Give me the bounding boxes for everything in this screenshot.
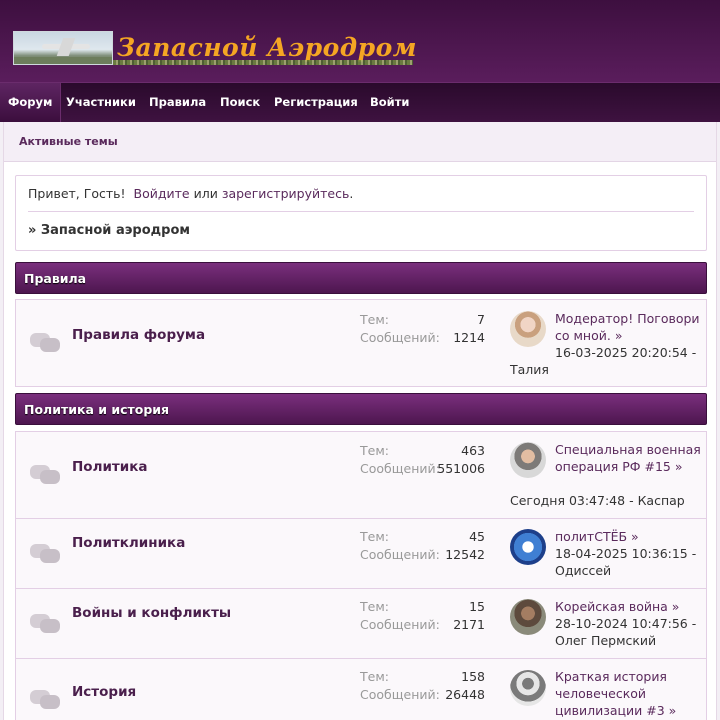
topics-count: 463: [461, 443, 485, 458]
greeting-box: Привет, Гость! Войдите или зарегистрируй…: [15, 175, 707, 251]
category-title: Политика и история: [24, 402, 170, 417]
last-post-date-line: 16-03-2025 20:20:54 -: [555, 345, 697, 360]
site-logo-image[interactable]: [13, 31, 113, 65]
last-post: Специальная военная операция РФ #15 »: [555, 441, 705, 475]
topics-label: Тем:: [360, 599, 389, 614]
posts-count: 2171: [453, 617, 485, 632]
last-post-author[interactable]: Олег Пермский: [555, 633, 656, 648]
board-title[interactable]: Политклиника: [72, 535, 185, 551]
greeting-text: Привет, Гость!: [28, 186, 126, 201]
login-link[interactable]: Войдите: [134, 186, 190, 201]
double-arrow-right-icon[interactable]: »: [665, 703, 677, 718]
last-topic-link[interactable]: политСТЁБ: [555, 529, 627, 544]
avatar[interactable]: [510, 599, 546, 635]
last-post: политСТЁБ » 18-04-2025 10:36:15 - Одиссе…: [555, 529, 697, 578]
avatar[interactable]: [510, 529, 546, 565]
chat-bubbles-icon: [30, 330, 62, 352]
board-row: История Тем: 158 Сообщений: 26448 Кратка…: [15, 659, 707, 720]
topics-count: 7: [477, 312, 485, 327]
nav-rules[interactable]: Правила: [141, 83, 214, 122]
active-topics-link[interactable]: Активные темы: [19, 135, 118, 148]
last-post-date: 16-03-2025 20:20:54: [555, 345, 688, 360]
posts-label: Сообщений:: [360, 617, 440, 632]
last-post-author[interactable]: Каспар: [638, 493, 685, 508]
topics-label: Тем:: [360, 669, 389, 684]
breadcrumb[interactable]: » Запасной аэродром: [28, 223, 190, 238]
posts-count: 12542: [445, 547, 485, 562]
avatar[interactable]: [510, 442, 546, 478]
category-header-politics-history[interactable]: Политика и история: [15, 393, 707, 425]
greeting-or: или: [193, 186, 218, 201]
greeting-line: Привет, Гость! Войдите или зарегистрируй…: [28, 186, 353, 201]
double-arrow-right-icon[interactable]: »: [671, 459, 683, 474]
double-arrow-right-icon[interactable]: »: [668, 599, 680, 614]
logo-grass-decoration: [113, 60, 413, 65]
site-header: Запасной Аэродром: [0, 0, 720, 82]
category-header-rules[interactable]: Правила: [15, 262, 707, 294]
topics-count: 15: [469, 599, 485, 614]
last-post-author[interactable]: Талия: [510, 361, 705, 378]
divider: [28, 211, 694, 212]
last-post-date: Сегодня 03:47:48: [510, 493, 626, 508]
category-title: Правила: [24, 271, 87, 286]
last-topic-link[interactable]: Краткая история человеческой цивилизации…: [555, 669, 667, 718]
nav-forum[interactable]: Форум: [0, 83, 62, 122]
board-row: Войны и конфликты Тем: 15 Сообщений: 217…: [15, 589, 707, 659]
last-post-date: 28-10-2024 10:47:56: [555, 616, 688, 631]
site-title[interactable]: Запасной Аэродром: [117, 33, 417, 62]
last-post-author[interactable]: Одиссей: [555, 563, 611, 578]
nav-search[interactable]: Поиск: [212, 83, 268, 122]
nav-register[interactable]: Регистрация: [266, 83, 366, 122]
register-link[interactable]: зарегистрируйтесь: [222, 186, 350, 201]
chat-bubbles-icon: [30, 687, 62, 709]
posts-count: 26448: [445, 687, 485, 702]
default-avatar-icon[interactable]: [510, 670, 546, 706]
topics-label: Тем:: [360, 529, 389, 544]
last-topic-link[interactable]: Корейская война: [555, 599, 668, 614]
posts-count: 1214: [453, 330, 485, 345]
posts-label: Сообщений:: [360, 330, 440, 345]
board-title[interactable]: История: [72, 684, 136, 700]
posts-label: Сообщений:: [360, 461, 440, 476]
chat-bubbles-icon: [30, 462, 62, 484]
last-post: Модератор! Поговори со мной. »: [555, 310, 705, 344]
last-topic-link[interactable]: Модератор! Поговори со мной.: [555, 311, 700, 343]
sub-navbar: Активные темы: [4, 122, 716, 162]
last-post-date-line: Сегодня 03:47:48 - Каспар: [510, 493, 685, 508]
topics-label: Тем:: [360, 312, 389, 327]
board-row: Политклиника Тем: 45 Сообщений: 12542 по…: [15, 519, 707, 589]
board-title[interactable]: Правила форума: [72, 327, 205, 343]
content-wrapper: Активные темы Привет, Гость! Войдите или…: [3, 122, 717, 720]
posts-count: 551006: [437, 461, 485, 476]
avatar[interactable]: [510, 311, 546, 347]
posts-label: Сообщений:: [360, 687, 440, 702]
board-row: Правила форума Тем: 7 Сообщений: 1214 Мо…: [15, 299, 707, 387]
last-post-date: 18-04-2025 10:36:15: [555, 546, 688, 561]
nav-members[interactable]: Участники: [58, 83, 144, 122]
double-arrow-right-icon[interactable]: »: [611, 328, 623, 343]
chat-bubbles-icon: [30, 611, 62, 633]
nav-login[interactable]: Войти: [362, 83, 417, 122]
main-nav: Форум Участники Правила Поиск Регистраци…: [0, 82, 720, 122]
topics-count: 158: [461, 669, 485, 684]
chat-bubbles-icon: [30, 541, 62, 563]
last-post: Краткая история человеческой цивилизации…: [555, 668, 705, 719]
greeting-dot: .: [349, 186, 354, 201]
topics-count: 45: [469, 529, 485, 544]
board-title[interactable]: Политика: [72, 459, 147, 475]
double-arrow-right-icon[interactable]: »: [627, 529, 639, 544]
last-post: Корейская война » 28-10-2024 10:47:56 - …: [555, 599, 697, 648]
board-title[interactable]: Войны и конфликты: [72, 605, 231, 621]
posts-label: Сообщений:: [360, 547, 440, 562]
board-row: Политика Тем: 463 Сообщений: 551006 Спец…: [15, 431, 707, 519]
topics-label: Тем:: [360, 443, 389, 458]
